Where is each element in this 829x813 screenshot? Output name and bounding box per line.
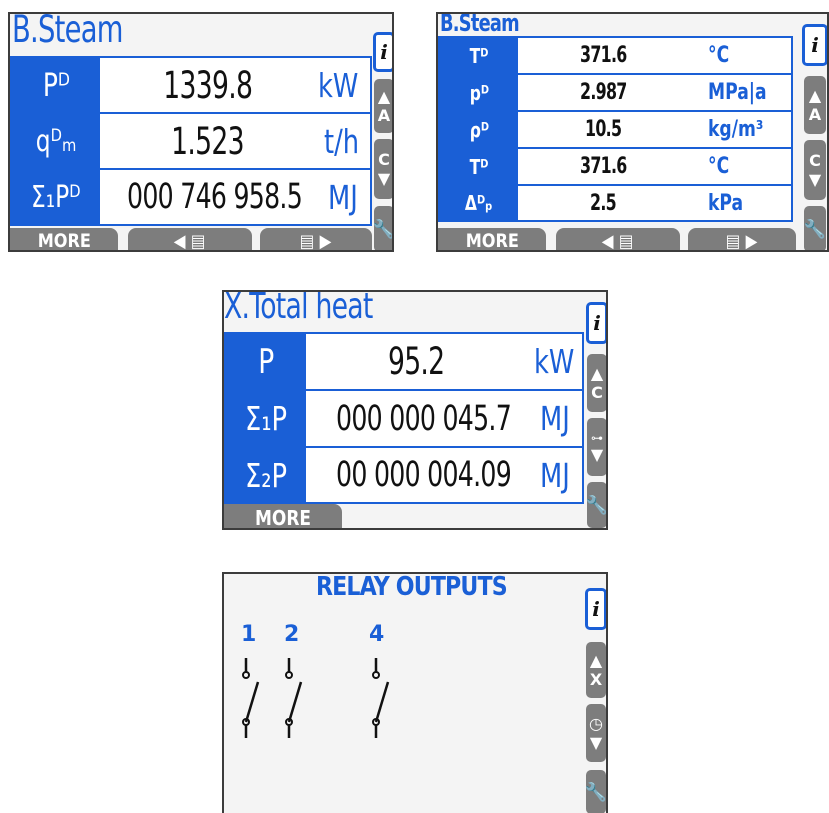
screen-title: B.Steam bbox=[440, 12, 520, 37]
scroll-x-button[interactable]: ▲ X bbox=[586, 642, 606, 698]
info-button[interactable]: i bbox=[586, 302, 606, 344]
row-label: Tᴰ bbox=[440, 38, 518, 73]
relay-switch-1-icon bbox=[242, 658, 260, 738]
arrow-up-icon: ▲ bbox=[808, 86, 822, 105]
scroll-clock-button[interactable]: ◷ ▼ bbox=[586, 704, 606, 762]
row-label: Σ₁Pᴰ bbox=[12, 170, 100, 224]
screen-relay-outputs: RELAY OUTPUTS 1 2 4 i ▲ X ◷ ▼ 🔧 bbox=[222, 572, 608, 813]
screen-title: X.Total heat bbox=[224, 290, 373, 327]
table-row: qᴰₘ 1.523 t/h bbox=[12, 114, 370, 170]
scroll-c-button[interactable]: C ▼ bbox=[804, 140, 826, 200]
row-label: Pᴰ bbox=[12, 58, 100, 112]
table-row: P 95.2 kW bbox=[226, 334, 582, 391]
row-value: 371.6 bbox=[579, 154, 627, 179]
info-button[interactable]: i bbox=[802, 24, 827, 66]
value-table: Tᴰ 371.6 °C pᴰ 2.987 MPa|a ρᴰ 10.5 kg/m³… bbox=[438, 36, 793, 222]
table-row: Σ₁P 000 000 045.7 MJ bbox=[226, 391, 582, 448]
softkey-next-page[interactable]: ▤ ▶ bbox=[260, 228, 372, 250]
table-row: Σ₂P 00 000 004.09 MJ bbox=[226, 448, 582, 502]
arrow-down-icon: ▼ bbox=[589, 733, 603, 752]
table-row: Δᴰₚ 2.5 kPa bbox=[440, 186, 791, 220]
row-value: 000 746 958.5 bbox=[127, 177, 303, 217]
row-value: 1339.8 bbox=[163, 63, 253, 107]
row-label: Σ₁P bbox=[226, 391, 306, 446]
row-label: pᴰ bbox=[440, 75, 518, 110]
row-value: 2.5 bbox=[590, 190, 617, 216]
relay-switch-2-icon bbox=[285, 658, 303, 738]
row-unit: MJ bbox=[540, 455, 570, 495]
row-unit: MJ bbox=[540, 399, 570, 438]
arrow-up-icon: ▲ bbox=[589, 651, 603, 670]
row-unit: MPa|a bbox=[708, 80, 767, 105]
screen-title: B.Steam bbox=[12, 12, 123, 51]
scroll-c-button[interactable]: C ▼ bbox=[374, 139, 392, 199]
row-label: qᴰₘ bbox=[12, 114, 100, 168]
row-unit: MJ bbox=[328, 177, 358, 217]
softkey-more[interactable]: MORE bbox=[438, 228, 546, 250]
relay-label-4: 4 bbox=[369, 622, 385, 647]
arrow-down-icon: ▼ bbox=[808, 170, 822, 189]
row-value: 10.5 bbox=[584, 117, 622, 142]
softkey-more[interactable]: MORE bbox=[10, 228, 118, 250]
wrench-icon[interactable]: 🔧 bbox=[585, 770, 606, 813]
table-row: Tᴰ 371.6 °C bbox=[440, 38, 791, 75]
info-button[interactable]: i bbox=[585, 588, 606, 630]
row-unit: °C bbox=[708, 43, 730, 68]
switch-icon: ⊶ bbox=[591, 430, 603, 445]
table-row: Pᴰ 1339.8 kW bbox=[12, 58, 370, 114]
relay-switch-4-icon bbox=[372, 658, 390, 738]
row-unit: kW bbox=[534, 342, 575, 381]
row-label: Σ₂P bbox=[226, 448, 306, 502]
softkey-prev-page[interactable]: ◀ ▤ bbox=[128, 228, 252, 250]
screen-b-steam-2: B.Steam Tᴰ 371.6 °C pᴰ 2.987 MPa|a ρᴰ 10… bbox=[436, 12, 829, 252]
clock-icon: ◷ bbox=[589, 714, 603, 733]
table-row: Tᴰ 371.6 °C bbox=[440, 149, 791, 186]
value-table: Pᴰ 1339.8 kW qᴰₘ 1.523 t/h Σ₁Pᴰ 000 746 … bbox=[10, 56, 372, 226]
softkey-next-page[interactable]: ▤ ▶ bbox=[688, 228, 796, 250]
arrow-down-icon: ▼ bbox=[590, 444, 604, 464]
row-label: Δᴰₚ bbox=[440, 186, 518, 220]
relay-label-2: 2 bbox=[284, 622, 300, 647]
wrench-icon[interactable]: 🔧 bbox=[804, 206, 826, 250]
row-value: 95.2 bbox=[387, 340, 445, 383]
table-row: pᴰ 2.987 MPa|a bbox=[440, 75, 791, 112]
value-table: P 95.2 kW Σ₁P 000 000 045.7 MJ Σ₂P 00 00… bbox=[224, 332, 584, 504]
arrow-up-icon: ▲ bbox=[377, 87, 391, 106]
row-value: 000 000 045.7 bbox=[335, 398, 512, 439]
screen-b-steam-1: B.Steam Pᴰ 1339.8 kW qᴰₘ 1.523 t/h Σ₁Pᴰ … bbox=[8, 12, 394, 252]
switch-toggle-button[interactable]: ⊶ ▼ bbox=[587, 418, 606, 476]
row-value: 1.523 bbox=[171, 119, 244, 163]
softkey-more[interactable]: MORE bbox=[224, 504, 342, 528]
scroll-a-button[interactable]: ▲ A bbox=[804, 76, 826, 134]
row-unit: kPa bbox=[708, 190, 744, 216]
row-unit: t/h bbox=[324, 121, 360, 161]
screen-total-heat: X.Total heat P 95.2 kW Σ₁P 000 000 045.7… bbox=[222, 290, 608, 530]
scroll-a-button[interactable]: ▲ A bbox=[374, 79, 392, 133]
row-unit: °C bbox=[708, 154, 730, 179]
arrow-up-icon: ▲ bbox=[590, 364, 604, 383]
row-label: ρᴰ bbox=[440, 112, 518, 147]
wrench-icon[interactable]: 🔧 bbox=[373, 206, 392, 250]
screen-title: RELAY OUTPUTS bbox=[316, 572, 508, 602]
arrow-down-icon: ▼ bbox=[377, 169, 391, 188]
row-unit: kg/m³ bbox=[708, 117, 764, 142]
row-unit: kW bbox=[318, 65, 359, 105]
info-button[interactable]: i bbox=[373, 32, 392, 72]
relay-label-1: 1 bbox=[241, 622, 257, 647]
row-value: 00 000 004.09 bbox=[335, 455, 512, 495]
row-value: 371.6 bbox=[579, 43, 627, 68]
table-row: Σ₁Pᴰ 000 746 958.5 MJ bbox=[12, 170, 370, 224]
row-value: 2.987 bbox=[579, 80, 627, 105]
wrench-icon[interactable]: 🔧 bbox=[586, 482, 606, 528]
row-label: Tᴰ bbox=[440, 149, 518, 184]
table-row: ρᴰ 10.5 kg/m³ bbox=[440, 112, 791, 149]
row-label: P bbox=[226, 334, 306, 389]
softkey-prev-page[interactable]: ◀ ▤ bbox=[556, 228, 680, 250]
scroll-c-button[interactable]: ▲ C bbox=[587, 354, 606, 412]
